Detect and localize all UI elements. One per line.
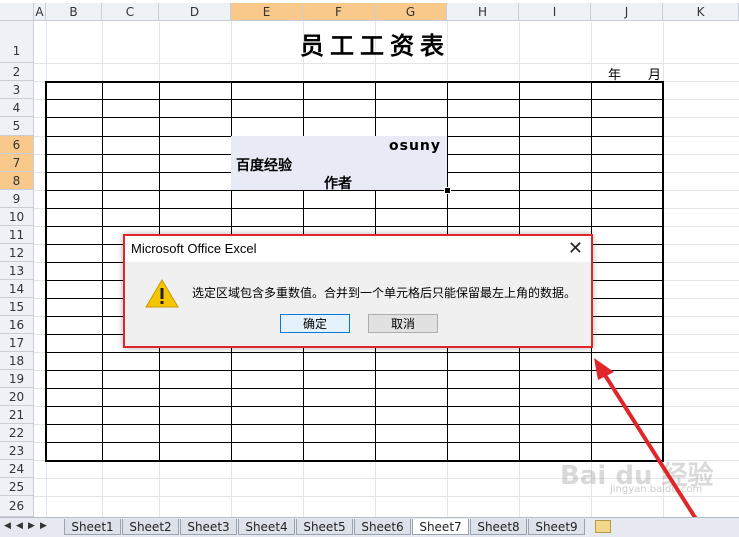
last-sheet-button[interactable]: ▶ bbox=[40, 521, 47, 531]
cancel-button[interactable]: 取消 bbox=[368, 314, 438, 333]
warning-icon bbox=[145, 279, 179, 308]
first-sheet-button[interactable]: ◀ bbox=[4, 521, 11, 531]
dialog-titlebar: Microsoft Office Excel ✕ bbox=[125, 236, 591, 262]
next-sheet-button[interactable]: ▶ bbox=[28, 521, 35, 531]
ok-button[interactable]: 确定 bbox=[280, 314, 350, 333]
sheet-tab-sheet8[interactable]: Sheet8 bbox=[470, 519, 527, 535]
insert-sheet-icon[interactable] bbox=[595, 520, 611, 533]
sheet-tab-sheet1[interactable]: Sheet1 bbox=[64, 519, 121, 535]
sheet-tab-sheet7[interactable]: Sheet7 bbox=[412, 519, 469, 535]
prev-sheet-button[interactable]: ◀ bbox=[16, 521, 23, 531]
sheet-tab-sheet2[interactable]: Sheet2 bbox=[122, 519, 179, 535]
sheet-tab-sheet5[interactable]: Sheet5 bbox=[296, 519, 353, 535]
sheet-tab-sheet6[interactable]: Sheet6 bbox=[354, 519, 411, 535]
sheet-tab-sheet4[interactable]: Sheet4 bbox=[238, 519, 295, 535]
sheet-tab-sheet3[interactable]: Sheet3 bbox=[180, 519, 237, 535]
warning-dialog: Microsoft Office Excel ✕ 选定区域包含多重数值。合并到一… bbox=[123, 234, 593, 348]
dialog-message: 选定区域包含多重数值。合并到一个单元格后只能保留最左上角的数据。 bbox=[192, 286, 577, 300]
sheet-tab-bar: ◀ ◀ ▶ ▶ Sheet1 Sheet2 Sheet3 Sheet4 Sheet5 Sh… bbox=[0, 517, 739, 537]
close-icon[interactable]: ✕ bbox=[568, 238, 583, 259]
sheet-tab-sheet9[interactable]: Sheet9 bbox=[528, 519, 585, 535]
dialog-title: Microsoft Office Excel bbox=[131, 241, 257, 256]
